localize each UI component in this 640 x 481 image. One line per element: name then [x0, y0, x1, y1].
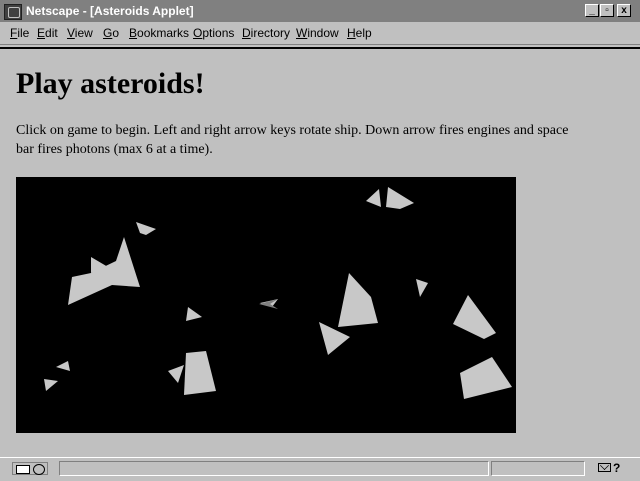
asteroid: [44, 379, 58, 391]
title-bar[interactable]: Netscape - [Asteroids Applet] _ ▫ x: [0, 0, 640, 22]
menu-bookmarks[interactable]: Bookmarks: [129, 26, 189, 40]
asteroid: [366, 189, 381, 207]
window-title: Netscape - [Asteroids Applet]: [26, 4, 194, 18]
status-message: [59, 461, 489, 476]
asteroid: [68, 237, 140, 305]
mail-icon[interactable]: [598, 463, 611, 472]
asteroid: [453, 295, 496, 339]
asteroid: [136, 222, 156, 235]
page-description: Click on game to begin. Left and right a…: [16, 123, 569, 157]
asteroids-applet[interactable]: [16, 177, 516, 433]
menu-directory[interactable]: Directory: [242, 26, 290, 40]
asteroid: [416, 279, 428, 297]
menu-window[interactable]: Window: [296, 26, 339, 40]
menu-options[interactable]: Options: [193, 26, 234, 40]
asteroid: [386, 187, 414, 209]
asteroids-canvas[interactable]: [16, 177, 516, 433]
menu-go[interactable]: Go: [103, 26, 119, 40]
asteroid: [460, 357, 512, 399]
netscape-logo-icon[interactable]: [4, 4, 22, 20]
menu-edit[interactable]: Edit: [37, 26, 58, 40]
progress-indicator: [491, 461, 585, 476]
menu-bar: File Edit View Go Bookmarks Options Dire…: [0, 22, 640, 45]
page-content[interactable]: Play asteroids! Click on game to begin. …: [0, 49, 640, 457]
asteroid: [168, 365, 184, 383]
close-button[interactable]: x: [617, 4, 631, 17]
maximize-button[interactable]: ▫: [600, 4, 614, 17]
asteroid: [338, 273, 378, 327]
asteroid: [319, 322, 350, 355]
asteroid: [56, 361, 70, 371]
minimize-button[interactable]: _: [585, 4, 599, 17]
page-title: Play asteroids!: [16, 67, 205, 100]
asteroid: [184, 351, 216, 395]
menu-view[interactable]: View: [67, 26, 93, 40]
mail-status[interactable]: ?: [613, 461, 620, 475]
asteroid: [186, 307, 202, 321]
player-ship: [259, 299, 278, 309]
menu-help[interactable]: Help: [347, 26, 372, 40]
security-key-icon[interactable]: [12, 462, 48, 475]
status-bar: ?: [0, 457, 640, 481]
menu-file[interactable]: File: [10, 26, 29, 40]
